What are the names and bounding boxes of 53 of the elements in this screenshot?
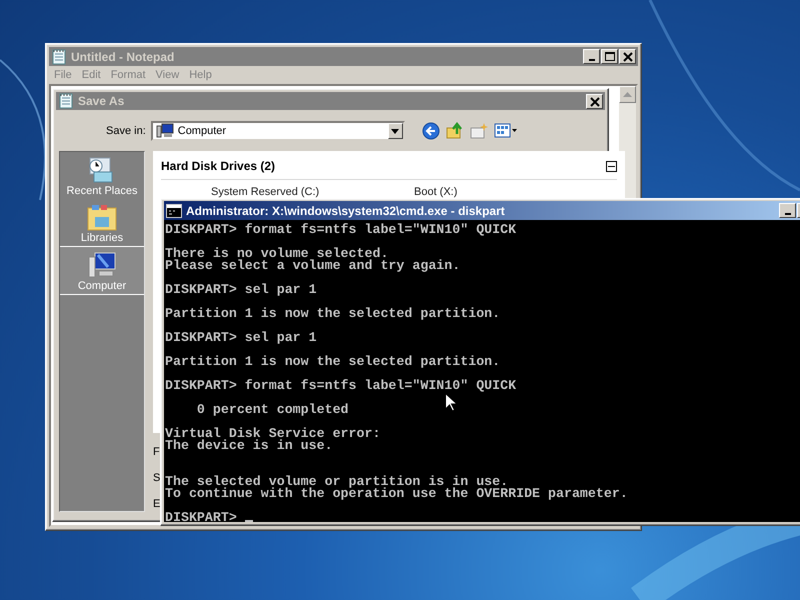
console-prompt: DISKPART> bbox=[165, 512, 237, 522]
console-line: Please select a volume and try again. bbox=[165, 260, 460, 272]
maximize-icon bbox=[602, 50, 616, 63]
console-line: 0 percent completed bbox=[196, 404, 349, 416]
places-item[interactable]: Computer bbox=[60, 246, 144, 295]
console-line: To continue with the operation use the OVERRIDE parameter. bbox=[165, 488, 628, 500]
caret-icon bbox=[391, 128, 400, 134]
notepad-icon bbox=[58, 93, 74, 109]
text-cursor bbox=[244, 520, 253, 522]
console-line: Virtual Disk Service error: bbox=[165, 428, 380, 440]
window-title: Administrator: X:\windows\system32\cmd.exe - diskpart bbox=[186, 204, 505, 218]
console-line: DISKPART> format fs=ntfs label="WIN10" QUICK bbox=[165, 380, 516, 392]
notepad-icon bbox=[51, 48, 67, 64]
console-icon bbox=[166, 204, 182, 218]
location-dropdown[interactable]: Computer bbox=[150, 121, 405, 141]
console-line: Partition 1 is now the selected partition. bbox=[165, 308, 500, 320]
new-folder-icon bbox=[470, 122, 488, 140]
folder-icon bbox=[86, 203, 118, 231]
drive-item[interactable]: Boot (X:) bbox=[414, 186, 617, 198]
menu-item[interactable]: Help bbox=[184, 69, 217, 81]
window-title: Untitled - Notepad bbox=[71, 50, 174, 64]
close-icon bbox=[588, 94, 602, 108]
minimize-icon bbox=[784, 212, 790, 214]
menu-item[interactable]: Edit bbox=[76, 69, 106, 81]
places-item[interactable]: Libraries bbox=[60, 199, 144, 246]
field-label: E bbox=[153, 498, 160, 510]
collapse-button[interactable] bbox=[606, 160, 617, 172]
console-line: There is no volume selected. bbox=[165, 248, 388, 260]
mouse-pointer-icon bbox=[445, 393, 457, 412]
minimize-button[interactable] bbox=[779, 203, 796, 218]
save-in-label: Save in: bbox=[106, 125, 146, 137]
places-item[interactable]: Recent Places bbox=[60, 152, 144, 199]
field-label: F bbox=[153, 446, 160, 458]
view-menu-icon bbox=[494, 122, 518, 140]
console-line: DISKPART> sel par 1 bbox=[165, 284, 317, 296]
up-arrow-icon bbox=[623, 92, 632, 98]
menu-item[interactable]: Format bbox=[106, 69, 151, 81]
dialog-title: Save As bbox=[78, 94, 124, 108]
computer-icon bbox=[156, 123, 174, 139]
console-line: DISKPART> sel par 1 bbox=[165, 332, 317, 344]
menu-item[interactable]: File bbox=[49, 69, 77, 81]
console-line: DISKPART> format fs=ntfs label="WIN10" QUICK bbox=[165, 224, 516, 236]
minimize-icon bbox=[588, 58, 594, 60]
field-label: S bbox=[153, 472, 160, 484]
close-icon bbox=[620, 50, 634, 63]
scroll-up-button[interactable] bbox=[619, 86, 636, 103]
group-header: Hard Disk Drives (2) bbox=[161, 159, 276, 173]
drive-item[interactable]: System Reserved (C:) bbox=[211, 186, 414, 198]
console-line: The device is in use. bbox=[165, 440, 333, 455]
menu-item[interactable]: View bbox=[150, 69, 184, 81]
folder-up-icon bbox=[446, 122, 464, 140]
console-line: The selected volume or partition is in use. bbox=[165, 476, 508, 488]
console-line: Partition 1 is now the selected partition. bbox=[165, 356, 500, 368]
